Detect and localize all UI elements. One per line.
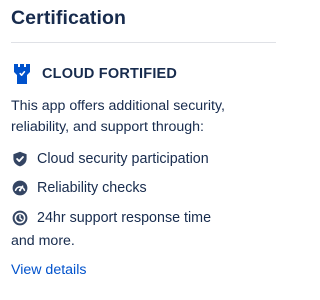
and-more-text: and more. (11, 233, 75, 249)
title-divider (11, 42, 276, 43)
view-details-link[interactable]: View details (11, 262, 86, 278)
fortified-tower-icon (12, 63, 32, 85)
certification-panel: Certification CLOUD FORTIFIED This app o… (0, 0, 282, 300)
shield-check-icon (12, 151, 28, 167)
cloud-fortified-badge: CLOUD FORTIFIED (12, 63, 177, 85)
feature-item-reliability: Reliability checks (12, 174, 211, 204)
feature-item-security: Cloud security participation (12, 144, 211, 174)
feature-label: 24hr support response time (37, 209, 212, 226)
feature-label: Reliability checks (37, 180, 147, 197)
support-clock-icon (12, 210, 28, 226)
feature-list: Cloud security participation Reliability… (12, 144, 211, 233)
feature-label: Cloud security participation (37, 150, 209, 167)
panel-title: Certification (11, 7, 127, 29)
reliability-gauge-icon (12, 180, 28, 196)
feature-item-support: 24hr support response time (12, 203, 211, 233)
badge-label: CLOUD FORTIFIED (42, 66, 178, 82)
certification-description: This app offers additional security, rel… (11, 98, 225, 135)
